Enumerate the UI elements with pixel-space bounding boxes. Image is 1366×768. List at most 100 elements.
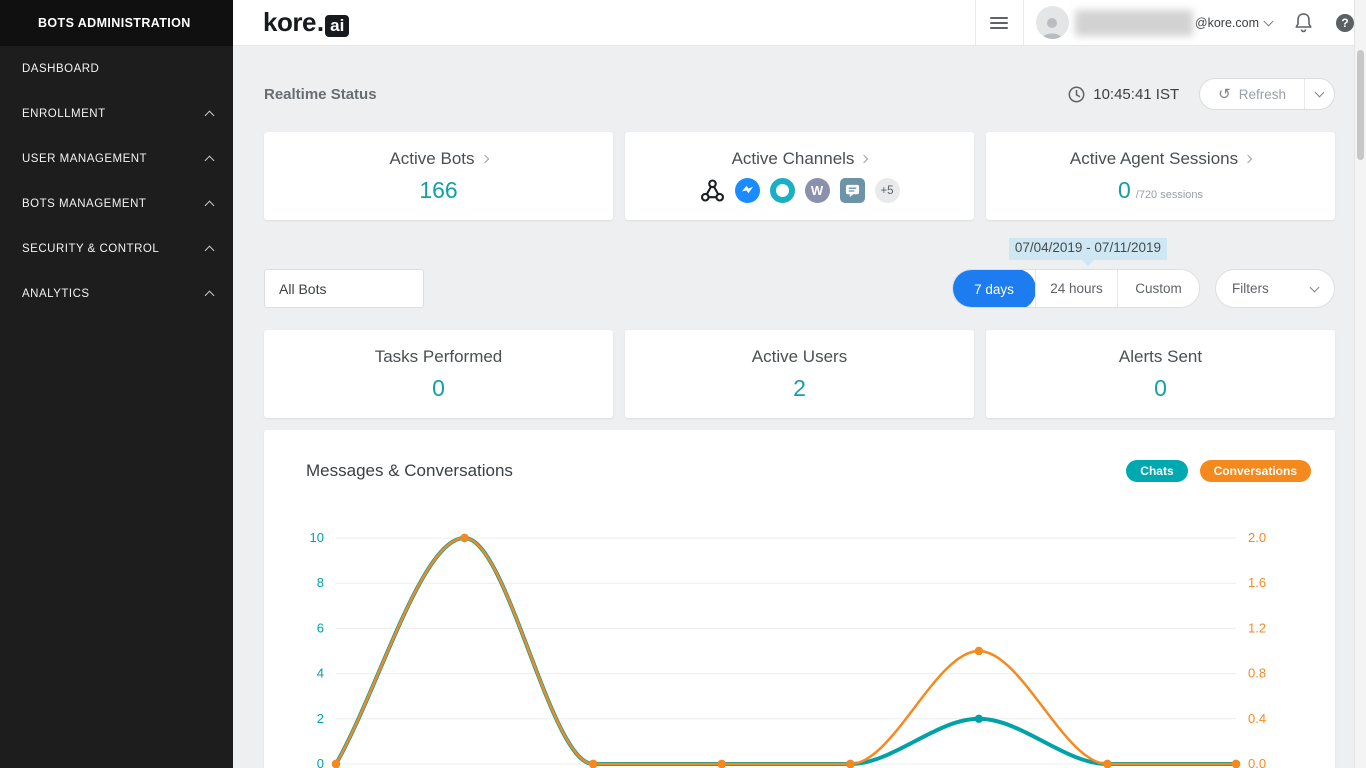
chevron-down-icon <box>1315 88 1325 98</box>
active-users-card[interactable]: Active Users 2 <box>625 330 974 418</box>
sidebar-title-text: BOTS ADMINISTRATION <box>38 16 191 30</box>
ring-channel-icon <box>770 178 795 203</box>
chart-title: Messages & Conversations <box>306 461 1114 481</box>
card-title-text: Active Bots <box>389 149 474 169</box>
svg-text:2.0: 2.0 <box>1248 530 1266 545</box>
hamburger-menu-button[interactable] <box>975 0 1024 45</box>
refresh-icon: ↺ <box>1218 85 1231 103</box>
chevron-right-icon <box>860 155 868 163</box>
chevron-up-icon <box>205 246 215 256</box>
svg-text:1.6: 1.6 <box>1248 575 1266 590</box>
date-range-pointer <box>1082 260 1094 266</box>
topbar: kore . ai @kore.com <box>233 0 1366 46</box>
sidebar-item-dashboard[interactable]: DASHBOARD <box>0 46 233 91</box>
refresh-button-group: ↺ Refresh <box>1199 78 1335 110</box>
sidebar-item-analytics[interactable]: ANALYTICS <box>0 271 233 316</box>
refresh-button[interactable]: ↺ Refresh <box>1200 79 1304 109</box>
sidebar-item-label: SECURITY & CONTROL <box>22 243 206 255</box>
svg-text:0.4: 0.4 <box>1248 711 1266 726</box>
refresh-options-button[interactable] <box>1304 79 1334 109</box>
avatar[interactable] <box>1036 6 1069 39</box>
app-root: BOTS ADMINISTRATION DASHBOARD ENROLLMENT… <box>0 0 1366 768</box>
main-content: Realtime Status 10:45:41 IST ↺ Refresh <box>233 46 1366 768</box>
active-bots-title: Active Bots <box>389 149 487 169</box>
svg-text:0: 0 <box>317 756 324 768</box>
active-users-value: 2 <box>793 375 806 402</box>
active-bots-value: 166 <box>419 177 457 204</box>
server-time: 10:45:41 IST <box>1068 86 1179 103</box>
user-email: @kore.com <box>1195 16 1259 30</box>
chevron-up-icon <box>205 111 215 121</box>
workplace-channel-icon: W <box>805 178 830 203</box>
active-users-title: Active Users <box>752 347 847 367</box>
realtime-status-row: Realtime Status 10:45:41 IST ↺ Refresh <box>264 78 1335 110</box>
sidebar-item-label: ENROLLMENT <box>22 108 206 120</box>
svg-text:4: 4 <box>317 666 324 681</box>
svg-text:0.8: 0.8 <box>1248 666 1266 681</box>
sidebar-item-label: DASHBOARD <box>22 63 213 75</box>
svg-text:2: 2 <box>317 711 324 726</box>
logo-dot: . <box>317 7 324 38</box>
sidebar-item-security-control[interactable]: SECURITY & CONTROL <box>0 226 233 271</box>
metric-stats-row: Tasks Performed 0 Active Users 2 Alerts … <box>264 330 1335 418</box>
chevron-right-icon <box>480 154 488 162</box>
person-icon <box>1039 15 1065 39</box>
tasks-performed-card[interactable]: Tasks Performed 0 <box>264 330 613 418</box>
chevron-right-icon <box>1244 154 1252 162</box>
filters-label: Filters <box>1232 281 1269 296</box>
vertical-scrollbar[interactable] <box>1354 0 1366 768</box>
tab-custom[interactable]: Custom <box>1117 270 1199 307</box>
active-agent-sessions-card[interactable]: Active Agent Sessions 0 /720 sessions <box>986 132 1335 220</box>
active-bots-card[interactable]: Active Bots 166 <box>264 132 613 220</box>
bot-selector-value: All Bots <box>279 281 326 297</box>
tasks-performed-value: 0 <box>432 375 445 402</box>
legend-chats-chip[interactable]: Chats <box>1126 460 1187 482</box>
agent-sessions-title: Active Agent Sessions <box>1070 149 1251 169</box>
hamburger-icon <box>990 14 1008 32</box>
messages-conversations-card: Messages & Conversations Chats Conversat… <box>264 430 1335 768</box>
help-icon: ? <box>1336 14 1354 32</box>
filters-dropdown[interactable]: Filters <box>1215 269 1335 308</box>
workplace-letter: W <box>811 183 823 198</box>
server-time-text: 10:45:41 IST <box>1093 86 1179 103</box>
tab-7-days[interactable]: 7 days <box>952 269 1036 308</box>
alerts-sent-value: 0 <box>1154 375 1167 402</box>
tab-24-hours[interactable]: 24 hours <box>1035 270 1117 307</box>
date-range-row: 07/04/2019 - 07/11/2019 <box>264 238 1335 260</box>
filter-row: All Bots 7 days 24 hours Custom Filters <box>264 269 1335 308</box>
svg-text:6: 6 <box>317 620 324 635</box>
alerts-sent-card[interactable]: Alerts Sent 0 <box>986 330 1335 418</box>
sidebar-nav: DASHBOARD ENROLLMENT USER MANAGEMENT BOT… <box>0 46 233 316</box>
webhook-channel-icon <box>700 178 725 203</box>
svg-text:0.0: 0.0 <box>1248 756 1266 768</box>
bell-icon <box>1294 12 1313 33</box>
time-range-tabs: 7 days 24 hours Custom <box>952 269 1200 308</box>
sidebar-item-label: BOTS MANAGEMENT <box>22 198 206 210</box>
legend-conversations-chip[interactable]: Conversations <box>1200 460 1311 482</box>
svg-text:8: 8 <box>317 575 324 590</box>
agent-sessions-value: 0 <box>1118 177 1131 204</box>
chevron-down-icon[interactable] <box>1264 16 1274 26</box>
notifications-button[interactable] <box>1282 0 1324 45</box>
alerts-sent-title: Alerts Sent <box>1119 347 1202 367</box>
line-chart-svg: 02468100.00.40.81.21.62.0Jul 04Jul 05Jul… <box>284 512 1292 768</box>
sms-channel-icon <box>840 178 865 203</box>
bot-selector-dropdown[interactable]: All Bots <box>264 269 424 308</box>
more-channels-badge[interactable]: +5 <box>875 178 900 203</box>
sidebar-item-user-management[interactable]: USER MANAGEMENT <box>0 136 233 181</box>
chevron-up-icon <box>205 156 215 166</box>
refresh-label: Refresh <box>1239 87 1286 102</box>
agent-sessions-value-line: 0 /720 sessions <box>1118 177 1203 204</box>
agent-sessions-suffix: /720 sessions <box>1136 189 1203 201</box>
sidebar-item-enrollment[interactable]: ENROLLMENT <box>0 91 233 136</box>
topbar-right: @kore.com ? <box>975 0 1366 45</box>
kore-ai-logo: kore . ai <box>263 7 349 38</box>
scrollbar-thumb[interactable] <box>1357 50 1364 160</box>
clock-icon <box>1068 86 1085 103</box>
sidebar-item-bots-management[interactable]: BOTS MANAGEMENT <box>0 181 233 226</box>
chart-header: Messages & Conversations Chats Conversat… <box>284 460 1315 482</box>
channel-icons: W +5 <box>700 178 900 203</box>
active-channels-title: Active Channels <box>732 149 868 169</box>
active-channels-card[interactable]: Active Channels <box>625 132 974 220</box>
chevron-down-icon <box>1310 282 1320 292</box>
